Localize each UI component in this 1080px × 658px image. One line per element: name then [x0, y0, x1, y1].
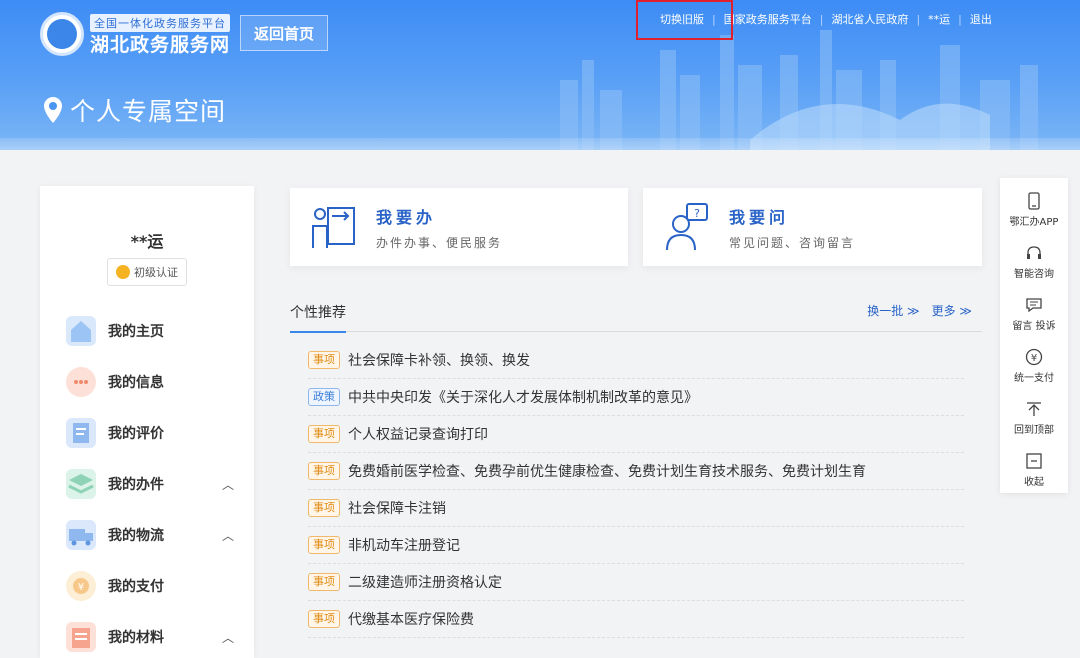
item-text[interactable]: 二级建造师注册资格认定: [348, 572, 502, 592]
logout-link[interactable]: 退出: [970, 11, 992, 27]
yen-icon: ¥: [1025, 348, 1043, 366]
card-title: 我要办: [376, 207, 437, 227]
user-name-link[interactable]: **运: [928, 11, 950, 27]
refresh-link[interactable]: 换一批 ≫: [867, 302, 919, 319]
item-text[interactable]: 社会保障卡注销: [348, 498, 446, 518]
policy-tag: 政策: [308, 388, 340, 406]
svg-text:?: ?: [694, 207, 700, 220]
chevron-up-icon[interactable]: ︿: [220, 527, 236, 544]
service-desk-icon: [312, 207, 355, 248]
sidebar-item-home[interactable]: 我的主页: [66, 314, 236, 348]
sidebar-item-label: 我的办件: [108, 477, 164, 493]
floating-toolbar: 鄂汇办APP 智能咨询 留言 投诉 ¥ 统一支付 回到顶部 收起: [1000, 178, 1068, 493]
layers-icon: [66, 469, 96, 499]
card-subtitle: 常见问题、咨询留言: [729, 235, 856, 250]
list-item[interactable]: 事项 社会保障卡补领、换领、换发: [308, 342, 964, 379]
payment-icon: ¥: [66, 571, 96, 601]
cert-label: 初级认证: [134, 266, 178, 279]
chat-icon: [66, 367, 96, 397]
collapse-button[interactable]: 收起: [1000, 452, 1068, 502]
hubei-government-link[interactable]: 湖北省人民政府: [831, 11, 908, 27]
item-text[interactable]: 中共中央印发《关于深化人才发展体制机制改革的意见》: [348, 387, 698, 407]
sidebar-item-label: 我的物流: [108, 528, 164, 544]
recommend-title[interactable]: 个性推荐: [290, 302, 346, 333]
user-sidebar: **运 初级认证 我的主页 我的信息 我的评价 我的办件 ︿ 我的物流 ︿ ¥ …: [40, 186, 254, 658]
more-link[interactable]: 更多 ≫: [932, 302, 972, 319]
site-logo[interactable]: [40, 12, 84, 56]
chevron-up-icon[interactable]: ︿: [220, 629, 236, 646]
item-tag: 事项: [308, 351, 340, 369]
chevron-up-icon[interactable]: ︿: [220, 476, 236, 493]
list-item[interactable]: 事项 非机动车注册登记: [308, 527, 964, 564]
item-tag: 事项: [308, 610, 340, 628]
sidebar-item-label: 我的主页: [108, 324, 164, 340]
page-title: 个人专属空间: [44, 92, 226, 128]
recommend-list: 事项 社会保障卡补领、换领、换发 政策 中共中央印发《关于深化人才发展体制机制改…: [308, 342, 964, 638]
home-icon: [66, 316, 96, 346]
service-card-ask[interactable]: ? 我要问 常见问题、咨询留言: [643, 188, 982, 266]
item-tag: 事项: [308, 425, 340, 443]
return-home-button[interactable]: 返回首页: [240, 15, 328, 51]
headset-icon: [1027, 246, 1041, 259]
phone-icon: [1028, 192, 1040, 210]
item-tag: 事项: [308, 536, 340, 554]
smart-consult-button[interactable]: 智能咨询: [1000, 244, 1068, 294]
item-text[interactable]: 代缴基本医疗保险费: [348, 609, 474, 629]
sidebar-item-label: 我的信息: [108, 375, 164, 391]
item-tag: 事项: [308, 573, 340, 591]
sidebar-item-logistics[interactable]: 我的物流 ︿: [66, 518, 236, 552]
city-skyline-illustration: [560, 30, 1038, 150]
item-text[interactable]: 非机动车注册登记: [348, 535, 460, 555]
location-pin-icon: [44, 97, 62, 123]
sidebar-item-label: 我的材料: [108, 630, 164, 646]
document-icon: [66, 418, 96, 448]
consultant-icon: ?: [666, 203, 708, 251]
space-title-text: 个人专属空间: [70, 97, 227, 126]
sidebar-item-evaluation[interactable]: 我的评价: [66, 416, 236, 450]
truck-icon: [66, 520, 96, 550]
list-item[interactable]: 事项 代缴基本医疗保险费: [308, 601, 964, 638]
back-to-top-button[interactable]: 回到顶部: [1000, 400, 1068, 450]
switch-version-highlight: [636, 0, 733, 40]
item-text[interactable]: 个人权益记录查询打印: [348, 424, 488, 444]
service-card-do[interactable]: 我要办 办件办事、便民服务: [290, 188, 628, 266]
back-to-top-icon: [1027, 402, 1041, 416]
item-tag: 事项: [308, 462, 340, 480]
folder-icon: [66, 622, 96, 652]
recommend-header: 个性推荐 换一批 ≫ 更多 ≫: [290, 298, 982, 333]
list-item[interactable]: 政策 中共中央印发《关于深化人才发展体制机制改革的意见》: [308, 379, 964, 416]
certification-badge[interactable]: 初级认证: [107, 258, 187, 286]
card-subtitle: 办件办事、便民服务: [376, 235, 503, 250]
sidebar-username: **运: [130, 232, 164, 251]
item-text[interactable]: 社会保障卡补领、换领、换发: [348, 350, 530, 370]
sidebar-item-materials[interactable]: 我的材料 ︿: [66, 620, 236, 654]
list-item[interactable]: 事项 社会保障卡注销: [308, 490, 964, 527]
svg-text:¥: ¥: [78, 582, 84, 593]
site-title[interactable]: 湖北政务服务网: [90, 30, 230, 57]
list-item[interactable]: 事项 二级建造师注册资格认定: [308, 564, 964, 601]
sidebar-item-payment[interactable]: ¥ 我的支付: [66, 569, 236, 603]
sidebar-item-cases[interactable]: 我的办件 ︿: [66, 467, 236, 501]
card-title: 我要问: [729, 207, 790, 227]
svg-text:¥: ¥: [1031, 353, 1037, 364]
sidebar-item-info[interactable]: 我的信息: [66, 365, 236, 399]
list-item[interactable]: 事项 免费婚前医学检查、免费孕前优生健康检查、免费计划生育技术服务、免费计划生育: [308, 453, 964, 490]
item-text[interactable]: 免费婚前医学检查、免费孕前优生健康检查、免费计划生育技术服务、免费计划生育: [348, 461, 866, 481]
message-complaint-button[interactable]: 留言 投诉: [1000, 296, 1068, 346]
item-tag: 事项: [308, 499, 340, 517]
list-item[interactable]: 事项 个人权益记录查询打印: [308, 416, 964, 453]
unified-payment-button[interactable]: ¥ 统一支付: [1000, 348, 1068, 398]
sidebar-item-label: 我的支付: [108, 579, 164, 595]
national-platform-link[interactable]: 国家政务服务平台: [724, 11, 812, 27]
medal-icon: [116, 265, 130, 279]
sidebar-item-label: 我的评价: [108, 426, 164, 442]
collapse-icon: [1026, 453, 1042, 469]
message-icon: [1026, 298, 1042, 313]
app-download-button[interactable]: 鄂汇办APP: [1000, 192, 1068, 242]
